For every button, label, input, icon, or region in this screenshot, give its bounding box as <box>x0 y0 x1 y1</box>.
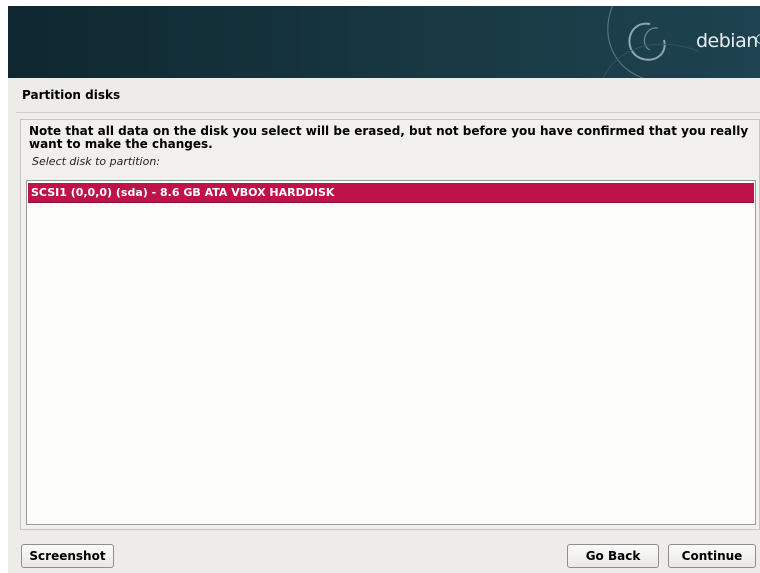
go-back-button[interactable]: Go Back <box>567 544 659 568</box>
disk-list-item-sda[interactable]: SCSI1 (0,0,0) (sda) - 8.6 GB ATA VBOX HA… <box>28 183 754 203</box>
page-title: Partition disks <box>22 88 121 102</box>
header-banner: debian <box>8 6 760 78</box>
installer-panel: Partition disks Note that all data on th… <box>8 78 760 573</box>
content-frame: Note that all data on the disk you selec… <box>20 119 760 530</box>
debian-logo-mark-icon <box>756 34 760 44</box>
warning-note: Note that all data on the disk you selec… <box>29 124 749 151</box>
title-divider <box>16 112 760 113</box>
debian-logo-text: debian <box>696 30 758 52</box>
disk-list[interactable]: SCSI1 (0,0,0) (sda) - 8.6 GB ATA VBOX HA… <box>26 180 756 525</box>
debian-swirl-icon <box>602 6 699 78</box>
select-disk-prompt: Select disk to partition: <box>32 155 160 168</box>
screenshot-button[interactable]: Screenshot <box>21 544 114 568</box>
continue-button[interactable]: Continue <box>668 544 756 568</box>
